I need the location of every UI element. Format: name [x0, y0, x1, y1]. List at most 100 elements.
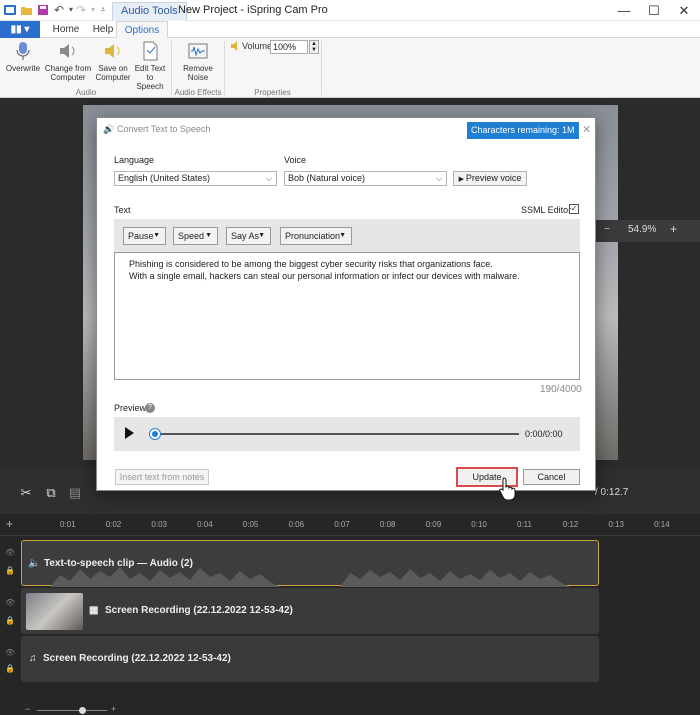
overwrite-button[interactable]: Overwrite [4, 40, 42, 73]
language-select[interactable]: English (United States) ⌵ [114, 171, 277, 186]
speed-label: Speed [178, 231, 205, 241]
screen-recording-label: Screen Recording (22.12.2022 12-53-42) [105, 605, 293, 616]
screen-audio-clip[interactable]: ♫ Screen Recording (22.12.2022 12-53-42) [21, 636, 599, 682]
timeline-zoom-knob[interactable] [79, 707, 86, 714]
pause-dropdown[interactable]: Pause ▼ [123, 227, 166, 245]
ssml-toolbar: Pause ▼ Speed ▼ Say As ▼ Pronunciation ▼ [114, 219, 580, 252]
lock-icon[interactable]: 🔒 [5, 566, 15, 575]
pronunciation-dropdown[interactable]: Pronunciation ▼ [280, 227, 352, 245]
film-icon: ▦ [89, 605, 99, 616]
open-folder-icon[interactable] [20, 3, 34, 17]
speed-dropdown[interactable]: Speed ▼ [173, 227, 218, 245]
text-editor[interactable]: Phishing is considered to be among the b… [114, 252, 580, 380]
volume-spinner[interactable]: ▲ ▼ [309, 40, 319, 54]
volume-input[interactable]: 100% [270, 40, 308, 54]
play-icon: ▶ [458, 176, 466, 183]
playback-time: 0:00/0:00 [525, 429, 563, 439]
lock-icon[interactable]: 🔒 [5, 664, 15, 673]
playback-knob[interactable] [150, 429, 160, 439]
play-icon[interactable] [125, 427, 134, 439]
ruler-tick: 0:05 [242, 520, 259, 529]
chevron-down-icon: ⌵ [435, 174, 442, 183]
visibility-icon[interactable]: 👁 [5, 548, 15, 557]
tab-help[interactable]: Help [88, 21, 118, 38]
timeline-zoom-in-icon[interactable]: + [111, 704, 116, 714]
document-speech-icon [143, 41, 158, 61]
add-track-icon[interactable]: + [6, 517, 13, 531]
tts-clip-icon: 🔈 [28, 558, 41, 569]
help-icon[interactable]: ? [145, 403, 155, 413]
app-icon [3, 3, 17, 17]
file-menu-icon: ▮▮ ▾ [10, 24, 30, 35]
customize-toolbar-icon[interactable]: ⩡ [96, 3, 110, 17]
preview-voice-button[interactable]: ▶ Preview voice [453, 171, 527, 186]
say-as-dropdown[interactable]: Say As ▼ [226, 227, 271, 245]
edit-text-to-speech-label-1: Edit Text [134, 64, 166, 73]
lock-icon[interactable]: 🔒 [5, 616, 15, 625]
timeline-duration: / 0:12.7 [595, 487, 629, 498]
tts-clip-label: Text-to-speech clip — Audio (2) [44, 558, 193, 569]
title-bar: ↶ ▾ ↷ ▾ ⩡ Audio Tools New Project - iSpr… [0, 0, 700, 21]
change-from-computer-label-2: Computer [50, 73, 86, 82]
chevron-down-icon: ⌵ [265, 174, 272, 183]
edit-text-to-speech-button[interactable]: Edit Text to Speech [132, 40, 168, 91]
edit-text-to-speech-label-2: to Speech [136, 73, 164, 91]
close-icon[interactable]: ✕ [666, 0, 700, 21]
caret-down-icon: ▼ [258, 232, 265, 239]
save-on-computer-label-2: Computer [95, 73, 131, 82]
change-from-computer-label-1: Change from [44, 64, 92, 73]
remove-noise-label-2: Noise [187, 73, 209, 82]
ribbon-separator [321, 41, 322, 95]
ssml-editor-checkbox[interactable]: ✓ [569, 204, 579, 214]
ruler-tick: 0:10 [471, 520, 487, 529]
tts-audio-clip[interactable]: 🔈 Text-to-speech clip — Audio (2) [21, 540, 599, 587]
ruler-tick: 0:12 [562, 520, 579, 529]
paste-icon[interactable]: ▤ [64, 483, 86, 503]
ruler-tick: 0:11 [517, 520, 532, 529]
timeline-ruler: + 0:01 0:02 0:03 0:04 0:05 0:06 0:07 0:08 0:09 0:… [0, 514, 700, 536]
remove-noise-button[interactable]: Remove Noise [178, 40, 218, 82]
say-as-label: Say As [231, 231, 260, 241]
ssml-editor-label: SSML Editor [521, 205, 572, 215]
change-from-computer-button[interactable]: Change from Computer [44, 40, 92, 82]
speaker-save-icon [105, 44, 120, 58]
ribbon-separator [224, 41, 225, 95]
zoom-in-button[interactable]: + [670, 222, 677, 236]
save-icon[interactable] [36, 3, 50, 17]
screen-audio-label: Screen Recording (22.12.2022 12-53-42) [43, 653, 231, 664]
voice-select[interactable]: Bob (Natural voice) ⌵ [284, 171, 447, 186]
video-thumbnail [26, 593, 83, 630]
tab-options[interactable]: Options [116, 21, 168, 38]
insert-text-from-notes-button[interactable]: Insert text from notes [115, 469, 209, 485]
remove-noise-label-1: Remove [183, 64, 213, 73]
playback-track[interactable] [154, 433, 519, 435]
timeline-zoom-slider[interactable]: − + [25, 704, 120, 715]
language-value: English (United States) [118, 173, 211, 183]
cancel-button[interactable]: Cancel [523, 469, 580, 485]
pronunciation-label: Pronunciation [285, 231, 341, 241]
save-on-computer-button[interactable]: Save on Computer [93, 40, 133, 82]
volume-icon [229, 40, 243, 54]
visibility-icon[interactable]: 👁 [5, 648, 15, 657]
save-on-computer-label-1: Save on [98, 64, 128, 73]
timeline-tracks: 👁 🔒 🔈 Text-to-speech clip — Audio (2) 👁 … [0, 536, 700, 715]
tab-home[interactable]: Home [44, 21, 88, 38]
caret-down-icon: ▼ [205, 232, 212, 239]
timeline-zoom-track [37, 710, 107, 711]
timeline-zoom-out-icon[interactable]: − [25, 704, 30, 714]
file-menu-button[interactable]: ▮▮ ▾ [0, 21, 40, 38]
screen-recording-clip[interactable]: ▦ Screen Recording (22.12.2022 12-53-42) [21, 588, 599, 634]
preview-voice-label: Preview voice [465, 173, 522, 183]
microphone-icon [16, 42, 30, 60]
cut-icon[interactable]: ✂ [15, 483, 37, 503]
dialog-close-icon[interactable]: ✕ [582, 123, 591, 136]
zoom-out-button[interactable]: − [604, 224, 610, 235]
visibility-icon[interactable]: 👁 [5, 598, 15, 607]
group-audio-label: Audio [75, 88, 97, 97]
context-tab-audio-tools: Audio Tools [112, 2, 187, 21]
group-audio-effects-label: Audio Effects [174, 88, 222, 97]
ribbon: Overwrite Change from Computer Save on C… [0, 38, 700, 98]
copy-icon[interactable]: ⧉ [40, 483, 62, 503]
convert-text-to-speech-dialog: 🔊 Convert Text to Speech Characters rema… [96, 117, 596, 491]
ribbon-tabs: ▮▮ ▾ Home Help Options [0, 21, 700, 38]
